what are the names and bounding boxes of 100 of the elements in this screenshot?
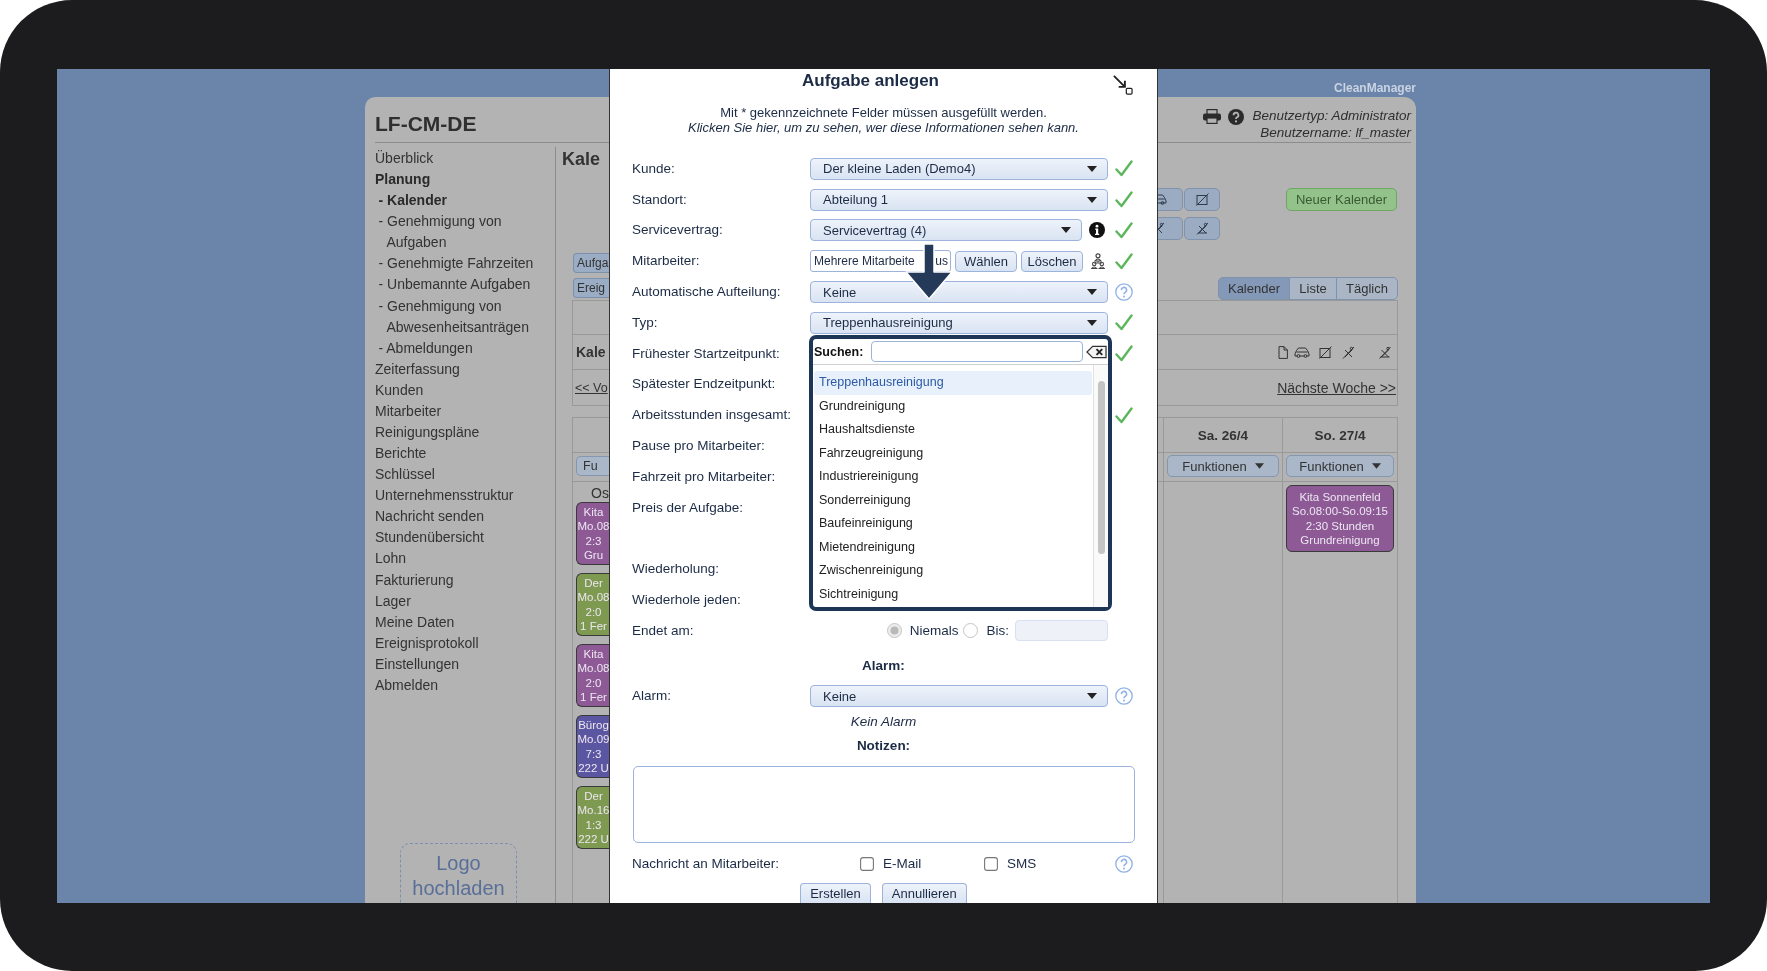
dropdown-option[interactable]: Baufeinreinigung [814,512,1092,536]
event-line: 2:30 Stunden [1305,518,1375,533]
field-button[interactable]: Wählen [955,250,1017,272]
dropdown-option[interactable]: Treppenhausreinigung [814,371,1092,395]
toolbar-button[interactable] [1158,188,1183,211]
caret-icon [1087,693,1097,700]
event-line: 2:3 [585,533,602,548]
slashed-x-icon[interactable] [1342,345,1355,359]
sidebar-item[interactable]: Kunden [375,379,555,401]
slashed-x-icon[interactable] [1378,345,1392,359]
field-label: Servicevertrag: [632,222,723,239]
sidebar-item[interactable]: Planung [375,169,555,191]
sidebar-item[interactable]: - Unbemannte Aufgaben [375,274,555,296]
select-field[interactable]: Servicevertrag (4) [810,219,1082,242]
sidebar-item[interactable]: Nachricht senden [375,506,555,528]
sidebar-item[interactable]: Stundenübersicht [375,527,555,549]
dropdown-option[interactable]: Fahrzeugreinigung [814,441,1092,465]
sidebar-item[interactable]: - Genehmigung von Abwesenheitsanträgen [375,295,555,338]
toolbar-button[interactable] [1184,217,1220,240]
previous-week-link[interactable]: << Vo [573,380,608,395]
sidebar-item[interactable]: Abmelden [375,674,555,697]
functions-button[interactable]: Funktionen [1167,455,1279,477]
field-label: Mitarbeiter: [632,253,700,270]
dropdown-option[interactable]: Zwischenreinigung [814,559,1092,583]
radio-button[interactable] [886,623,902,639]
day-header: So. 27/4 [1314,427,1366,443]
toolbar-button[interactable] [1184,188,1220,211]
select-field[interactable]: Keine [810,685,1108,708]
select-field[interactable]: Abteilung 1 [810,188,1108,211]
sidebar-item[interactable]: Mitarbeiter [375,400,555,422]
view-tab[interactable]: Kalender [1218,277,1290,300]
functions-button[interactable]: Funktionen [1286,455,1394,477]
sidebar-item[interactable]: Berichte [375,443,555,465]
car-icon [1158,194,1168,205]
sidebar-item[interactable]: Reinigungspläne [375,422,555,444]
toolbar-button[interactable] [1158,217,1183,240]
sidebar-item[interactable]: Meine Daten [375,611,555,633]
sidebar-item[interactable]: Ereignisprotokoll [375,632,555,654]
sidebar-item[interactable]: Unternehmensstruktur [375,485,555,507]
sidebar-item[interactable]: - Genehmigte Fahrzeiten [375,253,555,275]
view-tab[interactable]: Liste [1289,277,1337,300]
next-week-link[interactable]: Nächste Woche >> [1275,379,1396,396]
dialog-button[interactable]: Annullieren [881,882,967,903]
dropdown-option[interactable]: Sichtreinigung [814,582,1092,606]
dropdown-option[interactable]: Industriereinigung [814,465,1092,489]
help-icon[interactable] [1228,109,1245,125]
event-card[interactable]: Kita Mo.08 2:0 1 Fer [576,644,610,707]
sidebar-item[interactable]: - Genehmigung von Aufgaben [375,211,555,254]
sidebar-item[interactable]: Überblick [375,148,555,170]
info-icon[interactable] [1089,222,1105,239]
brand-name: CleanManager [1332,80,1416,97]
dropdown-option[interactable]: Mietendreinigung [814,535,1092,559]
sidebar-item[interactable]: Einstellungen [375,653,555,675]
scrollbar[interactable] [1093,365,1108,607]
search-field[interactable] [871,341,1084,362]
sidebar-item[interactable]: Fakturierung [375,569,555,591]
checkbox[interactable] [860,856,874,871]
select-field[interactable]: Der kleine Laden (Demo4) [810,157,1108,180]
dialog-button[interactable]: Erstellen [800,882,871,903]
dropdown-option[interactable]: Sonderreinigung [814,488,1092,512]
event-line: Mo.16 [577,803,610,818]
team-icon[interactable] [1091,253,1105,270]
side-button[interactable]: Aufga [573,253,609,273]
dropdown-option[interactable]: Grundreinigung [814,394,1092,418]
event-line: Mo.09 [577,732,610,747]
document-icon[interactable] [1278,345,1288,359]
side-button[interactable]: Ereig [573,278,609,298]
field-label: Typ: [632,314,658,331]
event-card[interactable]: Bürog Mo.09 7:3 222 U [576,715,610,778]
dropdown-option[interactable]: Haushaltsdienste [814,418,1092,442]
sidebar-item[interactable]: Zeiterfassung [375,358,555,380]
radio-button[interactable] [963,623,979,639]
car-icon[interactable] [1294,346,1310,358]
caret-icon [1087,165,1097,172]
clear-icon[interactable] [1086,344,1108,359]
functions-button[interactable]: Fu [576,456,609,476]
event-card[interactable]: Kita Mo.08 2:3 Gru [576,502,610,565]
sidebar-item[interactable]: Schlüssel [375,464,555,486]
slashed-square-icon[interactable] [1319,345,1332,359]
sidebar-item[interactable]: Lager [375,590,555,612]
event-line: Kita Sonnenfeld [1299,490,1381,505]
sidebar-item[interactable]: - Kalender [375,190,555,212]
radio-label: Bis: [986,623,1009,639]
resize-icon[interactable] [1112,74,1133,95]
select-field[interactable]: Treppenhausreinigung [810,311,1108,334]
employee-field[interactable]: Mehrere Mitarbeite us [810,250,951,273]
field-label: Arbeitsstunden insgesamt: [632,407,792,424]
sidebar-item[interactable]: - Abmeldungen [375,337,555,359]
notes-field[interactable] [633,765,1135,843]
view-tab[interactable]: Täglich [1336,277,1398,300]
slashed-x-icon [1195,222,1209,235]
event-card[interactable]: Kita Sonnenfeld So.08:00-So.09:15 2:30 Stunden Grundreinigung [1286,485,1394,552]
event-line: Mo.08 [577,661,610,676]
new-calendar-button[interactable]: Neuer Kalender [1286,188,1397,211]
field-button[interactable]: Löschen [1021,250,1083,272]
printer-icon[interactable] [1203,109,1222,124]
visibility-link[interactable]: Klicken Sie hier, um zu sehen, wer diese Informationen sehen kann. [688,120,1079,135]
checkbox[interactable] [984,856,998,871]
select-field[interactable]: Keine [810,281,1108,304]
sidebar-item[interactable]: Lohn [375,548,555,570]
